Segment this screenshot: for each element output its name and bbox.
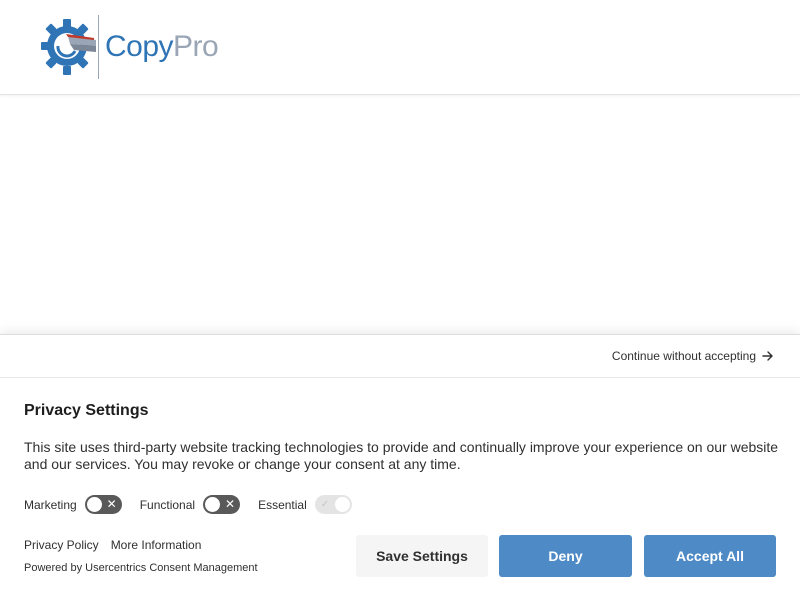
- marketing-toggle[interactable]: ✕: [84, 495, 122, 514]
- copypro-logo[interactable]: CopyPro: [40, 14, 219, 80]
- gear-logo-icon: [41, 19, 96, 75]
- site-header: CopyPro: [0, 0, 800, 95]
- logo-divider: [98, 15, 99, 79]
- banner-body: Privacy Settings This site uses third-pa…: [24, 402, 784, 514]
- toggle-label-essential: Essential: [258, 497, 307, 512]
- toggle-group-essential: Essential ✓: [258, 495, 352, 514]
- toggle-group-marketing: Marketing ✕: [24, 495, 122, 514]
- functional-toggle[interactable]: ✕: [203, 495, 241, 514]
- toggle-knob: [205, 497, 221, 512]
- more-information-link[interactable]: More Information: [111, 538, 202, 552]
- toggle-label-marketing: Marketing: [24, 497, 77, 512]
- logo-text-copy: Copy: [105, 30, 174, 63]
- powered-by-text: Powered by Usercentrics Consent Manageme…: [24, 562, 258, 574]
- consent-banner: Continue without accepting Privacy Setti…: [0, 334, 800, 600]
- continue-without-accepting-link[interactable]: Continue without accepting: [612, 349, 774, 363]
- continue-label: Continue without accepting: [611, 349, 756, 363]
- essential-toggle: ✓: [314, 495, 352, 514]
- logo-text-pro: Pro: [173, 30, 219, 63]
- privacy-policy-link[interactable]: Privacy Policy: [24, 538, 99, 552]
- consent-toggles: Marketing ✕ Functional ✕ Essential ✓: [24, 495, 784, 514]
- page: CopyPro Continue without accepting Priva…: [0, 0, 800, 600]
- privacy-settings-title: Privacy Settings: [24, 402, 149, 419]
- logo-wordmark: CopyPro: [105, 30, 219, 63]
- privacy-description: This site uses third-party website track…: [24, 439, 779, 472]
- toggle-group-functional: Functional ✕: [139, 495, 241, 514]
- continue-bar: Continue without accepting: [0, 335, 800, 378]
- save-settings-button[interactable]: Save Settings: [356, 535, 488, 577]
- toggle-label-functional: Functional: [139, 497, 196, 512]
- close-icon: ✕: [225, 497, 236, 511]
- toggle-knob: [86, 497, 102, 512]
- arrow-right-icon: [762, 351, 773, 361]
- toggle-knob: [334, 497, 350, 512]
- footer-links: Privacy Policy More Information Powered …: [24, 538, 258, 574]
- deny-button[interactable]: Deny: [499, 535, 632, 577]
- close-icon: ✕: [106, 497, 117, 511]
- links-row: Privacy Policy More Information: [24, 538, 258, 552]
- check-icon: ✓: [320, 499, 330, 510]
- accept-all-button[interactable]: Accept All: [644, 535, 776, 577]
